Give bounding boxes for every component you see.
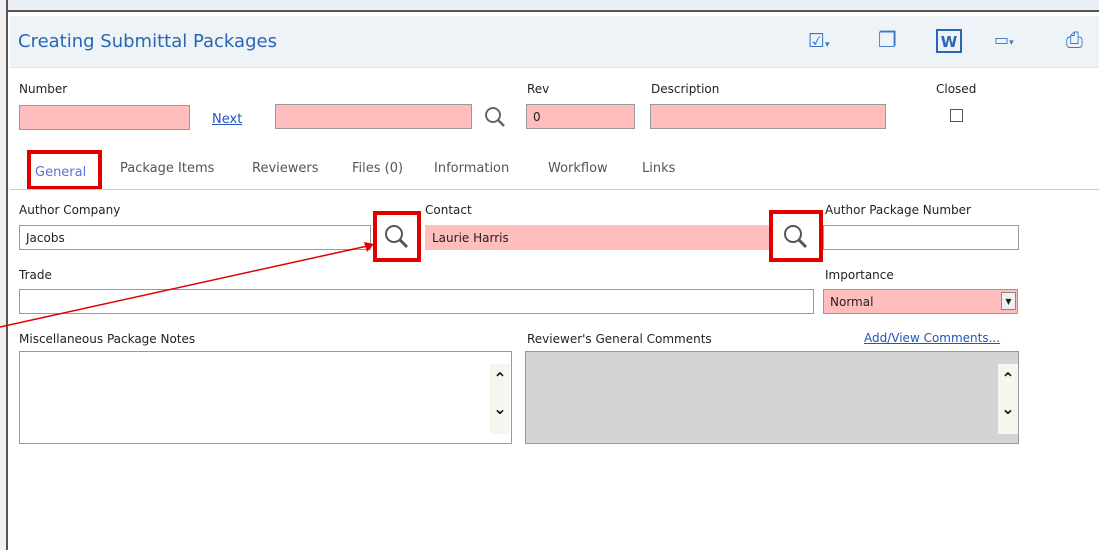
annotation-arrow — [0, 242, 374, 328]
